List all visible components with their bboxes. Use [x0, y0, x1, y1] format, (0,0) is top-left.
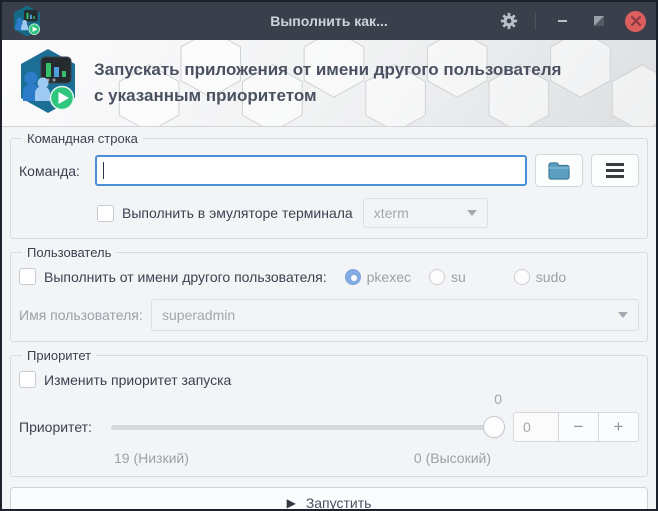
username-label: Имя пользователя: — [19, 307, 143, 323]
radio-pkexec-button[interactable] — [344, 268, 361, 285]
folder-icon — [548, 161, 570, 180]
run-button-label: Запустить — [305, 494, 372, 511]
spin-value-text: 0 — [523, 419, 531, 435]
slider-value: 0 — [494, 391, 502, 407]
terminal-checkbox[interactable] — [97, 204, 114, 222]
command-line-section: Командная строка Команда: Выполнить в эм… — [10, 131, 648, 239]
radio-sudo-label: sudo — [535, 268, 567, 285]
plus-icon: + — [613, 417, 624, 436]
user-legend: Пользователь — [27, 245, 112, 260]
slider-track[interactable] — [111, 425, 505, 430]
options-menu-button[interactable] — [591, 154, 639, 187]
change-priority-checkbox[interactable] — [19, 371, 36, 388]
username-value: superadmin — [162, 307, 236, 323]
decrement-button[interactable]: − — [559, 412, 599, 442]
priority-high-label: 0 (Высокий) — [413, 450, 491, 466]
radio-su[interactable]: su — [429, 268, 466, 285]
slider-handle[interactable] — [483, 416, 505, 438]
app-icon — [12, 5, 42, 37]
titlebar-separator — [535, 12, 536, 30]
run-as-window: Выполнить как... Запускать приложения от… — [0, 0, 658, 511]
command-input[interactable] — [95, 155, 527, 186]
command-input-field[interactable] — [104, 162, 519, 179]
terminal-emulator-dropdown[interactable]: xterm — [362, 198, 488, 228]
radio-pkexec-label: pkexec — [366, 268, 411, 285]
radio-su-button[interactable] — [429, 268, 445, 285]
priority-slider[interactable]: 0 — [111, 391, 505, 442]
close-button[interactable] — [625, 10, 646, 32]
priority-low-label: 19 (Низкий) — [114, 450, 189, 466]
settings-gear-icon[interactable] — [498, 10, 520, 32]
browse-folder-button[interactable] — [535, 154, 583, 187]
page-title-line1: Запускать приложения от имени другого по… — [94, 59, 562, 79]
main-content: Командная строка Команда: Выполнить в эм… — [2, 127, 656, 511]
header-banner: Запускать приложения от имени другого по… — [2, 40, 656, 127]
radio-sudo[interactable]: sudo — [513, 268, 567, 285]
play-icon: ▶ — [286, 495, 296, 510]
priority-spin-value[interactable]: 0 — [513, 412, 559, 442]
command-label: Команда: — [19, 162, 80, 179]
increment-button[interactable]: + — [599, 412, 639, 442]
chevron-down-icon — [618, 312, 628, 318]
user-section: Пользователь Выполнить от имени другого … — [10, 245, 648, 342]
chevron-down-icon — [466, 210, 477, 216]
page-title: Запускать приложения от имени другого по… — [94, 57, 561, 110]
app-icon-large — [16, 48, 80, 119]
run-as-checkbox[interactable] — [19, 268, 36, 285]
command-line-legend: Командная строка — [27, 131, 138, 146]
terminal-emulator-value: xterm — [373, 205, 409, 221]
minus-icon: − — [573, 417, 584, 436]
page-title-line2: с указанным приоритетом — [94, 86, 317, 105]
restore-button[interactable] — [588, 10, 610, 32]
hamburger-icon — [606, 163, 624, 178]
radio-pkexec[interactable]: pkexec — [344, 268, 411, 285]
priority-legend: Приоритет — [27, 348, 92, 363]
run-as-checkbox-label[interactable]: Выполнить от имени другого пользователя: — [44, 269, 327, 285]
terminal-checkbox-label[interactable]: Выполнить в эмуляторе терминала — [122, 205, 353, 221]
radio-sudo-button[interactable] — [513, 268, 530, 285]
run-button[interactable]: ▶ Запустить — [10, 487, 648, 511]
username-dropdown[interactable]: superadmin — [151, 299, 639, 331]
priority-section: Приоритет Изменить приоритет запуска При… — [10, 348, 648, 477]
radio-su-label: su — [451, 268, 466, 285]
titlebar[interactable]: Выполнить как... — [2, 2, 656, 40]
priority-label: Приоритет: — [19, 419, 92, 435]
change-priority-checkbox-label[interactable]: Изменить приоритет запуска — [44, 372, 231, 388]
minimize-button[interactable] — [551, 10, 573, 32]
